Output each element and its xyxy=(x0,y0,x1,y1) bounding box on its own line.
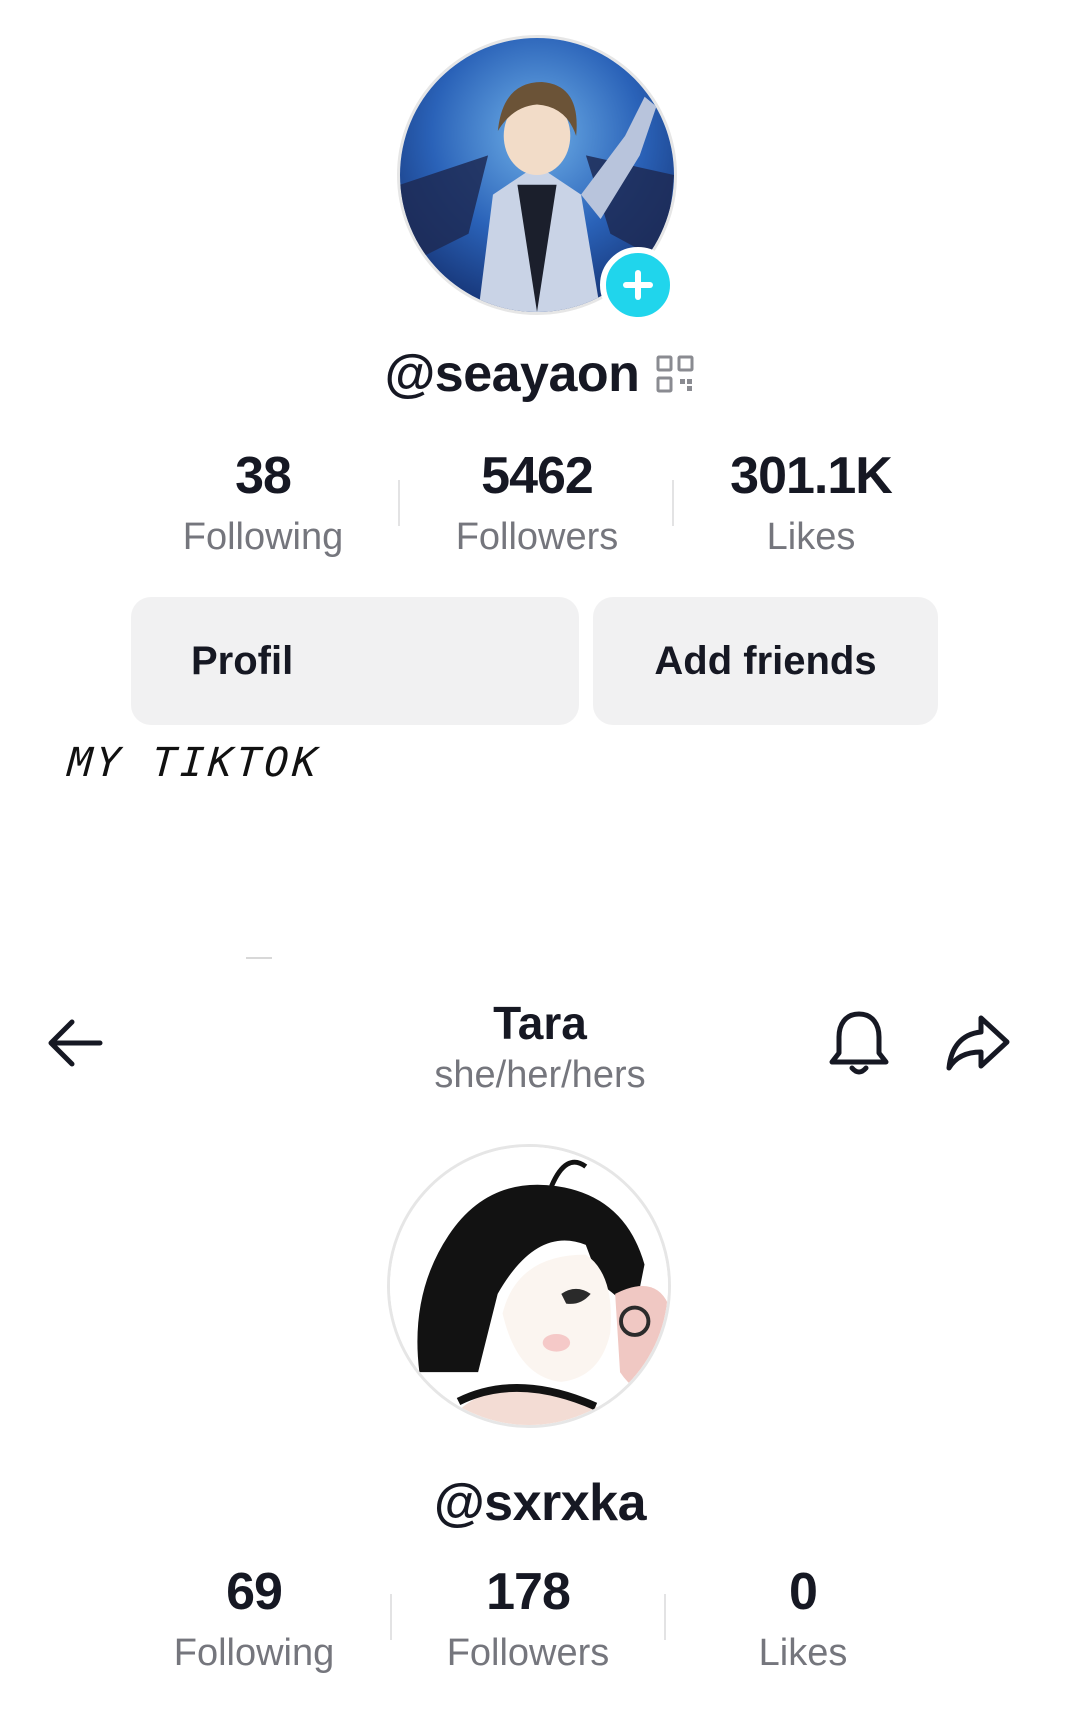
add-avatar-button[interactable] xyxy=(600,247,676,323)
stat-divider xyxy=(398,480,400,526)
add-friends-button-label: Add friends xyxy=(654,638,877,683)
caption-text: MY TIKTOK xyxy=(66,740,323,786)
stat-label: Followers xyxy=(455,516,619,558)
stat-divider xyxy=(390,1594,392,1640)
stat-likes-self[interactable]: 301.1K Likes xyxy=(681,446,941,562)
stat-divider xyxy=(672,480,674,526)
stat-value: 0 xyxy=(789,1563,818,1621)
add-friends-button[interactable]: Add friends xyxy=(593,597,938,725)
share-arrow-icon xyxy=(946,1015,1010,1071)
stat-label: Likes xyxy=(766,516,856,558)
stat-label: Likes xyxy=(758,1632,848,1674)
username-row-self: @seayaon xyxy=(0,344,1080,404)
stat-followers-other[interactable]: 178 Followers xyxy=(398,1562,658,1678)
stat-label: Following xyxy=(182,516,344,558)
stat-label: Following xyxy=(173,1632,335,1674)
stat-label: Followers xyxy=(446,1632,610,1674)
stat-followers-self[interactable]: 5462 Followers xyxy=(407,446,667,562)
avatar-other[interactable] xyxy=(387,1144,671,1428)
username-self: @seayaon xyxy=(384,345,640,403)
stat-likes-other[interactable]: 0 Likes xyxy=(673,1562,933,1678)
stat-value: 178 xyxy=(486,1563,571,1621)
stat-divider xyxy=(664,1594,666,1640)
profile-pronouns: she/her/hers xyxy=(434,1054,646,1096)
profile-button[interactable]: Profil xyxy=(131,597,579,725)
stat-value: 301.1K xyxy=(730,447,893,505)
plus-icon xyxy=(623,270,653,300)
share-button[interactable] xyxy=(945,1010,1011,1076)
stat-following-self[interactable]: 38 Following xyxy=(133,446,393,562)
username-other: @sxrxka xyxy=(433,1474,647,1532)
profile-name: Tara xyxy=(493,997,587,1049)
profile-button-label: Profil xyxy=(191,638,294,683)
stat-following-other[interactable]: 69 Following xyxy=(124,1562,384,1678)
qr-code-icon[interactable] xyxy=(655,354,695,394)
divider-dash xyxy=(246,957,272,959)
stat-value: 38 xyxy=(235,447,292,505)
bell-icon xyxy=(829,1011,889,1075)
avatar-other-image xyxy=(390,1147,668,1425)
stat-value: 5462 xyxy=(481,447,594,505)
notifications-button[interactable] xyxy=(826,1008,892,1078)
stat-value: 69 xyxy=(226,1563,283,1621)
